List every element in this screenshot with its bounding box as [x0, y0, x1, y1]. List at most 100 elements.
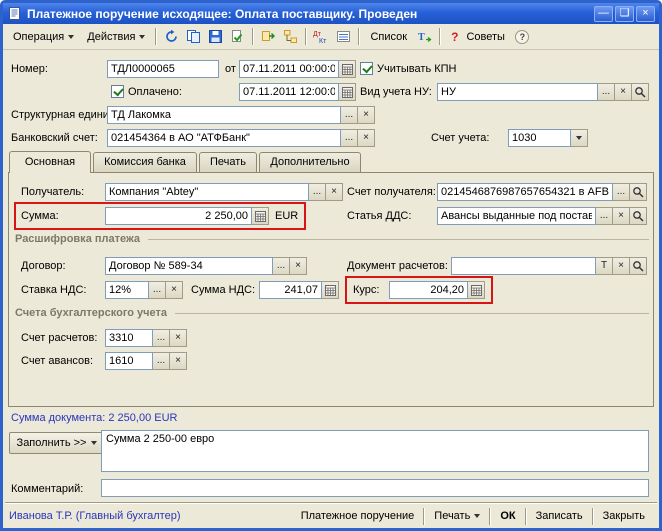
print-button[interactable]: Печать [426, 506, 488, 526]
clear-button[interactable]: × [613, 257, 630, 275]
choose-button[interactable]: ... [596, 207, 613, 225]
date-input[interactable] [239, 60, 339, 78]
nu-field: ... × [437, 83, 649, 101]
save-button[interactable] [205, 26, 226, 47]
payment-purpose-textarea[interactable]: Сумма 2 250-00 евро [101, 430, 649, 472]
based-on-icon [261, 29, 276, 44]
choose-button[interactable]: ... [613, 183, 630, 201]
button-separator [592, 508, 594, 525]
tips-label: Советы [466, 31, 504, 43]
close-form-button[interactable]: Закрыть [595, 506, 653, 526]
clear-button[interactable]: × [358, 106, 375, 124]
calculator-button[interactable] [252, 207, 269, 225]
fill-label: Заполнить >> [17, 437, 87, 449]
calculator-button[interactable] [322, 281, 339, 299]
choose-button[interactable]: ... [598, 83, 615, 101]
ledger-account-label: Счет учета: [431, 129, 489, 147]
reread-icon [164, 29, 179, 44]
tab-bank-commission[interactable]: Комиссия банка [93, 152, 197, 172]
text-edit-button[interactable]: Т [596, 257, 613, 275]
button-separator [489, 508, 491, 525]
find-button[interactable] [630, 257, 647, 275]
movements-list-button[interactable] [333, 26, 354, 47]
clear-button[interactable]: × [166, 281, 183, 299]
clear-button[interactable]: × [358, 129, 375, 147]
settlement-account-input[interactable] [105, 329, 153, 347]
nu-input[interactable] [437, 83, 598, 101]
doctype-menu-button[interactable]: Платежное поручение [293, 506, 423, 526]
dt-kt-movements-button[interactable]: ДтКт [311, 26, 332, 47]
kpn-checkbox[interactable] [360, 62, 373, 75]
tab-additional[interactable]: Дополнительно [259, 152, 361, 172]
vat-sum-input[interactable] [259, 281, 322, 299]
ok-button[interactable]: ОК [492, 506, 523, 526]
vat-sum-field [259, 281, 339, 299]
choose-button[interactable]: ... [153, 329, 170, 347]
choose-button[interactable]: ... [309, 183, 326, 201]
choose-button[interactable]: ... [273, 257, 290, 275]
clear-button[interactable]: × [326, 183, 343, 201]
calculator-button[interactable] [468, 281, 485, 299]
ledger-account-input[interactable] [508, 129, 571, 147]
choose-button[interactable]: ... [153, 352, 170, 370]
from-label: от [225, 60, 236, 78]
advance-account-input[interactable] [105, 352, 153, 370]
subordination-button[interactable] [280, 26, 301, 47]
paid-date-input[interactable] [239, 83, 339, 101]
list-button[interactable]: Список [364, 26, 413, 47]
dds-input[interactable] [437, 207, 596, 225]
choose-button[interactable]: ... [341, 106, 358, 124]
settlement-doc-field: Т × [451, 257, 647, 275]
bank-account-input[interactable] [107, 129, 341, 147]
minimize-button[interactable]: — [594, 6, 613, 22]
maximize-button[interactable]: ❏ [615, 6, 634, 22]
find-button[interactable] [632, 83, 649, 101]
tab-main[interactable]: Основная [9, 151, 91, 173]
clear-button[interactable]: × [613, 207, 630, 225]
choose-button[interactable]: ... [149, 281, 166, 299]
tips-button[interactable]: ? Советы [445, 26, 511, 47]
actions-menu-button[interactable]: Действия [81, 26, 151, 47]
sum-input[interactable] [105, 207, 252, 225]
post-document-button[interactable] [227, 26, 248, 47]
create-based-on-button[interactable] [258, 26, 279, 47]
responsible-user: Иванова Т.Р. (Главный бухгалтер) [9, 510, 181, 522]
comment-input[interactable] [101, 479, 649, 497]
magnifier-icon [632, 186, 644, 198]
go-to-button[interactable]: Т [414, 26, 435, 47]
copy-button[interactable] [183, 26, 204, 47]
clear-button[interactable]: × [290, 257, 307, 275]
recipient-account-input[interactable] [437, 183, 613, 201]
button-separator [525, 508, 527, 525]
window-title: Платежное поручение исходящее: Оплата по… [27, 7, 592, 21]
dropdown-button[interactable] [571, 129, 588, 147]
contract-input[interactable] [105, 257, 273, 275]
dds-field: ... × [437, 207, 647, 225]
calendar-button[interactable] [339, 60, 356, 78]
paid-checkbox[interactable] [111, 85, 124, 98]
recipient-input[interactable] [105, 183, 309, 201]
find-button[interactable] [630, 183, 647, 201]
help-button[interactable]: ? [512, 26, 533, 47]
paid-date-field [239, 83, 356, 101]
find-button[interactable] [630, 207, 647, 225]
exchange-rate-input[interactable] [389, 281, 468, 299]
settlement-doc-input[interactable] [451, 257, 596, 275]
close-button[interactable]: × [636, 6, 655, 22]
operation-menu-button[interactable]: Операция [7, 26, 80, 47]
clear-button[interactable]: × [170, 352, 187, 370]
choose-button[interactable]: ... [341, 129, 358, 147]
write-button[interactable]: Записать [528, 506, 591, 526]
fill-button[interactable]: Заполнить >> [9, 432, 105, 454]
reread-button[interactable] [161, 26, 182, 47]
save-icon [208, 29, 223, 44]
tab-print[interactable]: Печать [199, 152, 257, 172]
vat-rate-input[interactable] [105, 281, 149, 299]
clear-button[interactable]: × [170, 329, 187, 347]
unit-field: ... × [107, 106, 375, 124]
number-input[interactable] [107, 60, 219, 78]
copy-icon [186, 29, 201, 44]
unit-input[interactable] [107, 106, 341, 124]
calendar-button[interactable] [339, 83, 356, 101]
clear-button[interactable]: × [615, 83, 632, 101]
